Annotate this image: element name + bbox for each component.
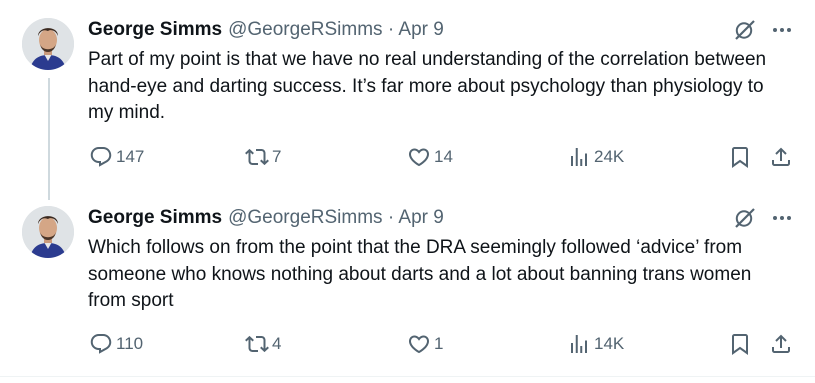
more-icon[interactable] xyxy=(770,206,794,230)
repost-icon xyxy=(245,332,269,356)
avatar[interactable] xyxy=(22,18,74,70)
share-button[interactable] xyxy=(769,145,793,169)
grok-icon[interactable] xyxy=(733,18,757,42)
divider xyxy=(0,376,815,377)
author-handle[interactable]: @GeorgeRSimms xyxy=(228,19,382,40)
like-count: 14 xyxy=(434,147,453,166)
tweet-actions: 147 7 14 24K xyxy=(0,145,815,173)
repost-count: 7 xyxy=(272,147,282,166)
views-icon xyxy=(567,332,591,356)
reply-icon xyxy=(89,145,113,169)
like-button[interactable]: 14 xyxy=(407,145,453,169)
tweet-header: George Simms @GeorgeRSimms · Apr 9 xyxy=(88,206,444,230)
repost-button[interactable]: 4 xyxy=(245,332,281,356)
bookmark-icon xyxy=(728,332,752,356)
tweet-text: Part of my point is that we have no real… xyxy=(88,49,767,123)
share-icon xyxy=(769,332,793,356)
tweet-date[interactable]: Apr 9 xyxy=(398,207,443,228)
author-handle[interactable]: @GeorgeRSimms xyxy=(228,207,382,228)
share-icon xyxy=(769,145,793,169)
header-separator: · xyxy=(387,207,395,228)
like-button[interactable]: 1 xyxy=(407,332,443,356)
views-button[interactable]: 14K xyxy=(567,332,624,356)
avatar[interactable] xyxy=(22,206,74,258)
reply-icon xyxy=(89,332,113,356)
author-name[interactable]: George Simms xyxy=(88,207,222,228)
more-icon[interactable] xyxy=(770,18,794,42)
like-icon xyxy=(407,145,431,169)
tweet[interactable]: George Simms @GeorgeRSimms · Apr 9 Which … xyxy=(0,190,815,380)
bookmark-button[interactable] xyxy=(728,332,752,356)
author-name[interactable]: George Simms xyxy=(88,19,222,40)
views-count: 24K xyxy=(594,147,625,166)
header-separator: · xyxy=(387,19,395,40)
avatar-image xyxy=(22,206,74,258)
views-button[interactable]: 24K xyxy=(567,145,624,169)
repost-count: 4 xyxy=(272,334,282,353)
tweet-date[interactable]: Apr 9 xyxy=(398,19,443,40)
grok-icon[interactable] xyxy=(733,206,757,230)
bookmark-button[interactable] xyxy=(728,145,752,169)
views-icon xyxy=(567,145,591,169)
tweet-text: Which follows on from the point that the… xyxy=(88,237,752,311)
tweet-actions: 110 4 1 14K xyxy=(0,332,815,360)
share-button[interactable] xyxy=(769,332,793,356)
tweet-header: George Simms @GeorgeRSimms · Apr 9 xyxy=(88,18,444,42)
repost-icon xyxy=(245,145,269,169)
reply-button[interactable]: 110 xyxy=(89,332,143,356)
reply-count: 110 xyxy=(116,334,144,353)
repost-button[interactable]: 7 xyxy=(245,145,281,169)
avatar-image xyxy=(22,18,74,70)
reply-button[interactable]: 147 xyxy=(89,145,144,169)
like-icon xyxy=(407,332,431,356)
reply-count: 147 xyxy=(116,147,145,166)
like-count: 1 xyxy=(434,334,444,353)
bookmark-icon xyxy=(728,145,752,169)
views-count: 14K xyxy=(594,334,625,353)
tweet[interactable]: George Simms @GeorgeRSimms · Apr 9 Part o… xyxy=(0,0,815,200)
